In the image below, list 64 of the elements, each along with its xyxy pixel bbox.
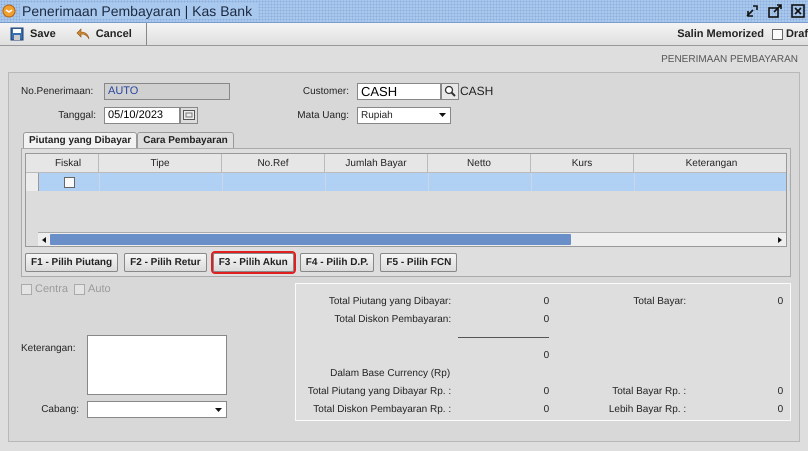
date-field[interactable]: 05/10/2023 [104,106,180,124]
currency-dropdown[interactable]: Rupiah [357,106,451,124]
summary-label: Total Bayar: [633,296,686,306]
action-button[interactable]: F3 - Pilih Akun [212,253,294,272]
summary-value: 0 [544,386,550,396]
memorized-label: Salin Memorized [677,28,764,40]
summary-value: 0 [778,404,784,414]
action-button[interactable]: F4 - Pilih D.P. [300,253,374,272]
field-label: Keterangan: [21,343,76,354]
draft-checkbox[interactable] [772,28,783,40]
field-label: Customer: [302,86,350,96]
field-label: Tanggal: [57,110,97,120]
column-header[interactable]: Fiskal [38,154,99,172]
column-header[interactable]: Jumlah Bayar [325,154,428,172]
horizontal-scrollbar[interactable] [38,232,786,246]
draft-label: Draf [786,28,808,40]
column-header[interactable]: Kurs [531,154,634,172]
column-header[interactable]: No.Ref [222,154,325,172]
window-title: Penerimaan Pembayaran | Kas Bank [20,3,258,19]
field-label: Cabang: [40,404,80,415]
calendar-button[interactable] [180,106,198,124]
form-heading: PENERIMAAN PEMBAYARAN [661,54,798,64]
summary-label: Total Bayar Rp. : [612,386,686,396]
summary-label: Total Piutang yang Dibayar Rp. : [308,386,452,396]
customer-name: CASH [460,84,494,98]
search-button[interactable] [441,82,459,100]
summary-value: 0 [778,386,784,396]
summary-value: 0 [544,350,550,360]
undo-arrow-icon [76,27,90,41]
action-button[interactable]: F5 - Pilih FCN [380,253,458,272]
column-header[interactable]: Netto [428,154,531,172]
summary-label: Total Diskon Pembayaran Rp. : [313,404,452,414]
action-button[interactable]: F1 - Pilih Piutang [25,253,118,272]
search-icon [444,85,456,97]
notes-field[interactable] [87,335,227,395]
customer-field[interactable]: CASH [357,82,441,100]
summary-value: 0 [778,296,784,306]
section-label: Dalam Base Currency (Rp) [330,368,450,378]
tab[interactable]: Piutang yang Dibayar [23,132,138,148]
summary-label: Total Diskon Pembayaran: [334,314,452,324]
app-icon [2,4,16,18]
branch-dropdown[interactable] [87,401,227,418]
close-icon[interactable] [790,3,806,19]
minimize-icon[interactable] [744,3,760,19]
save-button[interactable]: Save [0,27,66,41]
summary-value: 0 [544,314,550,324]
number-field[interactable]: AUTO [104,82,230,100]
cancel-button[interactable]: Cancel [66,27,142,41]
summary-value: 0 [544,404,550,414]
field-label: No.Penerimaan: [21,86,94,96]
column-header[interactable]: Keterangan [634,154,789,172]
scroll-thumb[interactable] [50,234,572,245]
column-header[interactable]: Tipe [99,154,222,172]
option-label: Auto [88,283,111,295]
fiskal-checkbox[interactable] [64,176,74,188]
summary-label: Total Piutang yang Dibayar: [328,296,452,306]
calendar-icon [183,110,195,120]
maximize-icon[interactable] [767,3,783,19]
action-button[interactable]: F2 - Pilih Retur [124,253,207,272]
option-label: Centra [35,283,68,295]
summary-label: Lebih Bayar Rp. : [608,404,686,414]
field-label: Mata Uang: [296,110,350,120]
tab[interactable]: Cara Pembayaran [137,132,234,148]
summary-value: 0 [544,296,550,306]
